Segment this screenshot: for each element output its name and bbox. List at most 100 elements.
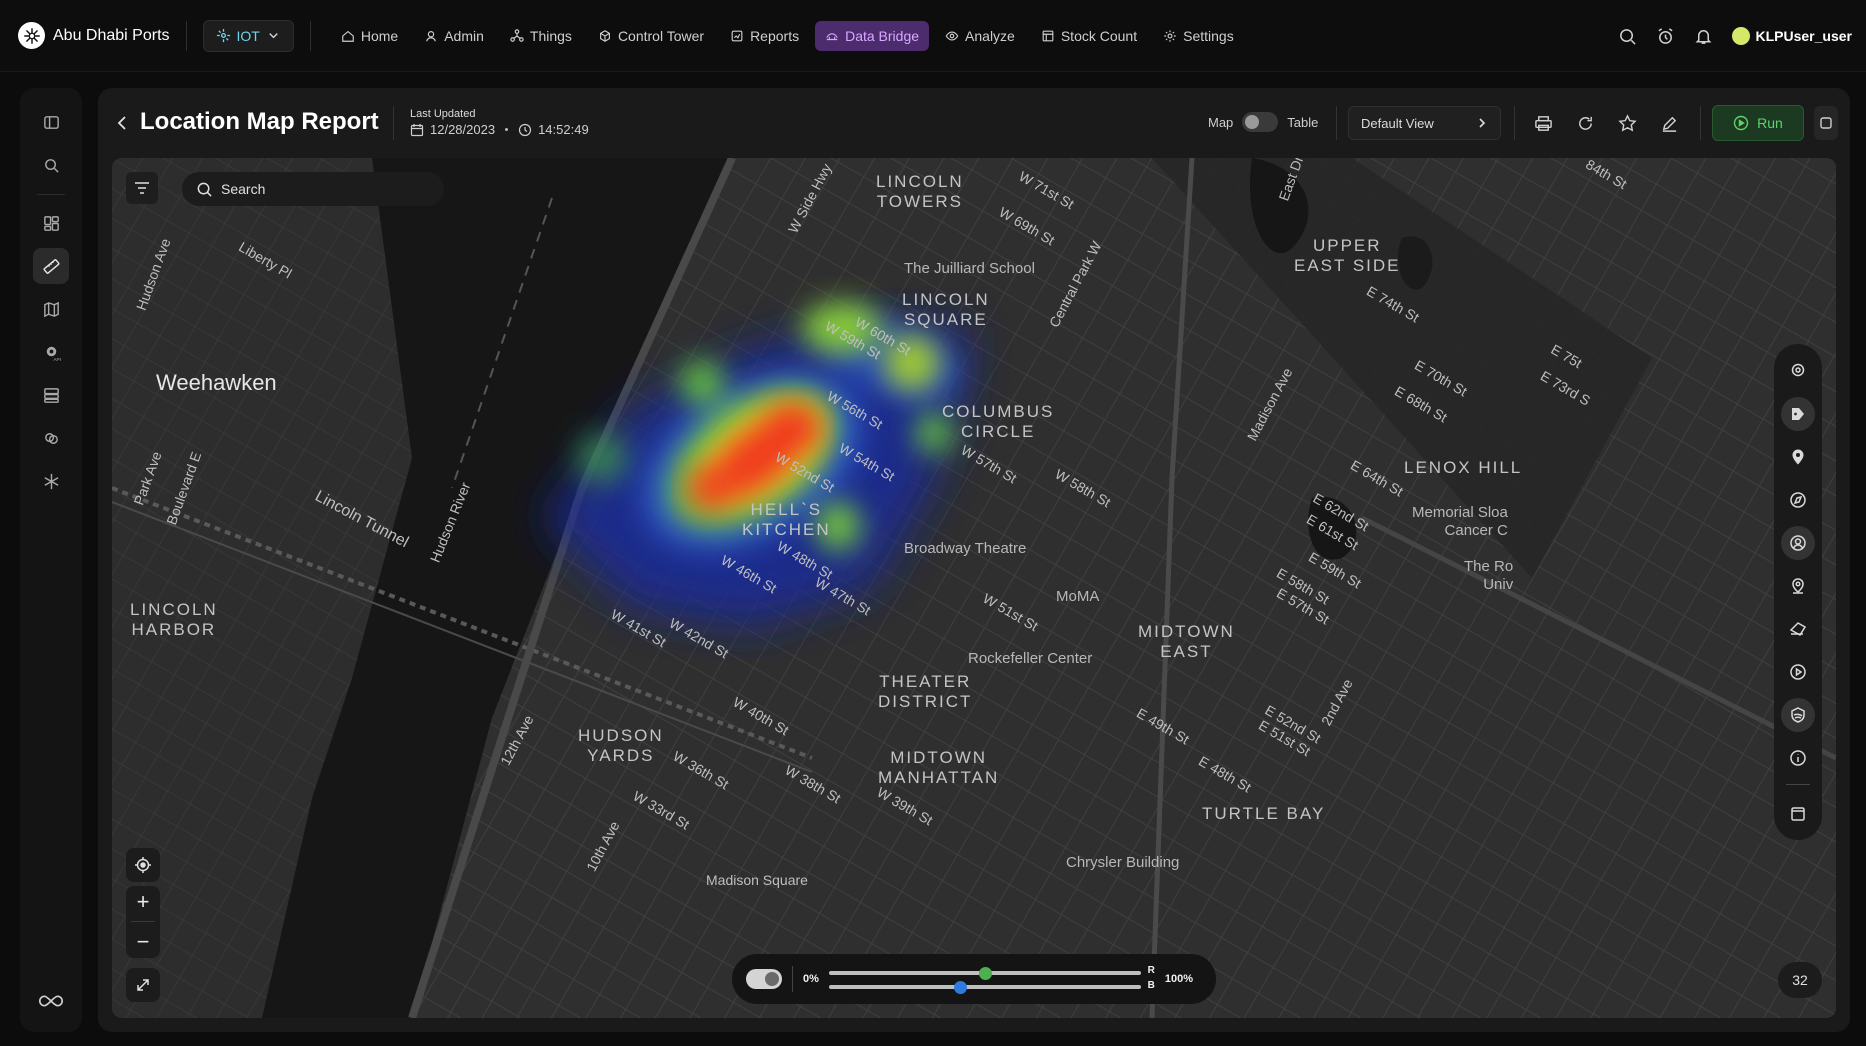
map-icon[interactable] [33, 291, 69, 327]
report-panel: Location Map Report Last Updated 12/28/2… [98, 88, 1850, 1032]
locate-me-button[interactable] [126, 848, 160, 882]
eye-icon [945, 30, 959, 41]
reports-icon [731, 30, 743, 41]
calendar-icon [410, 123, 424, 136]
play-circle-icon [1733, 115, 1749, 131]
separator-dot [505, 128, 509, 131]
divider [309, 20, 311, 51]
r-slider-thumb[interactable] [978, 967, 992, 980]
brand-logo-icon [18, 22, 45, 49]
zoom-in-button[interactable]: + [137, 889, 150, 915]
zoom-level-badge: 32 [1778, 962, 1822, 998]
view-toggle-switch[interactable] [1242, 112, 1279, 132]
api-settings-icon[interactable]: API [33, 334, 69, 370]
avatar [1731, 27, 1750, 45]
top-right-actions: KLPUser_user [1618, 0, 1853, 72]
user-location-icon[interactable] [1781, 526, 1815, 560]
target-pin-icon[interactable] [1781, 354, 1815, 388]
nav-item-label: Data Bridge [845, 27, 920, 44]
b-slider-track[interactable] [828, 985, 1141, 989]
top-nav-bar: Abu Dhabi Ports IOT Home Admin Things Contr… [0, 0, 1866, 72]
nav-item-things[interactable]: Things [500, 21, 582, 51]
snowflake-icon[interactable] [33, 463, 69, 499]
filter-icon [135, 182, 149, 194]
nav-item-admin[interactable]: Admin [414, 21, 494, 51]
bell-icon[interactable] [1694, 26, 1714, 46]
nav-item-stock-count[interactable]: Stock Count [1031, 21, 1147, 51]
heatmap-sliders: R B [828, 964, 1155, 994]
filter-button[interactable] [126, 172, 158, 204]
divider [792, 966, 793, 992]
map-label-midtown-east: MIDTOWN EAST [1138, 622, 1235, 662]
map-pin-icon[interactable] [1781, 569, 1815, 603]
dashboard-icon[interactable] [33, 205, 69, 241]
chevron-right-icon [1479, 118, 1486, 128]
min-percent: 0% [803, 973, 819, 985]
run-button[interactable]: Run [1712, 105, 1804, 141]
print-icon[interactable] [1532, 112, 1554, 134]
map-tool-rail [1774, 344, 1822, 840]
nav-item-analyze[interactable]: Analyze [935, 21, 1025, 51]
map-label: Map [1208, 114, 1234, 130]
heatmap-toggle[interactable] [746, 969, 782, 989]
search-icon[interactable] [33, 147, 69, 183]
back-icon[interactable] [114, 114, 132, 132]
updated-date: 12/28/2023 [430, 122, 496, 137]
panel-icon[interactable] [1814, 106, 1838, 140]
nav-item-label: Admin [444, 27, 484, 44]
zoom-out-button[interactable]: − [137, 929, 150, 955]
map-base-layer [112, 158, 1836, 1018]
tag-icon[interactable] [1781, 397, 1815, 431]
nav-item-label: Home [360, 27, 399, 44]
link-icon[interactable] [33, 420, 69, 456]
fullscreen-button[interactable] [126, 968, 160, 1002]
alarm-clock-icon[interactable] [1656, 26, 1676, 46]
sidebar-toggle-icon[interactable] [33, 104, 69, 140]
divider [1786, 784, 1810, 785]
ruler-icon[interactable] [33, 248, 69, 284]
square-icon[interactable] [1781, 797, 1815, 831]
nav-item-data-bridge[interactable]: Data Bridge [815, 20, 930, 51]
edit-icon[interactable] [1658, 112, 1680, 134]
database-icon[interactable] [33, 377, 69, 413]
module-selector[interactable]: IOT [202, 19, 294, 52]
shield-icon[interactable] [1781, 698, 1815, 732]
search-input[interactable] [221, 181, 421, 197]
user-menu[interactable]: KLPUser_user [1731, 27, 1853, 45]
user-name: KLPUser_user [1755, 28, 1853, 44]
report-header: Location Map Report Last Updated 12/28/2… [98, 88, 1850, 158]
map-table-toggle[interactable]: Map Table [1208, 112, 1318, 132]
nav-item-label: Stock Count [1060, 27, 1138, 44]
nav-item-control-tower[interactable]: Control Tower [588, 21, 714, 51]
location-pin-icon[interactable] [1781, 440, 1815, 474]
map-label-turtle-bay: TURTLE BAY [1202, 804, 1326, 823]
table-label: Table [1287, 114, 1319, 130]
map-search-field[interactable] [182, 172, 444, 206]
b-label: B [1147, 980, 1155, 991]
nav-item-home[interactable]: Home [331, 21, 408, 51]
infinity-icon[interactable] [33, 988, 69, 1014]
nav-item-label: Analyze [965, 27, 1015, 44]
nav-item-settings[interactable]: Settings [1153, 21, 1244, 51]
map-label-hudson-yards: HUDSON YARDS [578, 726, 664, 766]
map-label-columbus-circle: COLUMBUS CIRCLE [942, 402, 1055, 442]
info-icon[interactable] [1781, 741, 1815, 775]
zoom-control: + − [126, 886, 160, 958]
map-view[interactable]: Weehawken LINCOLN TOWERS LINCOLN SQUARE … [112, 158, 1836, 1018]
refresh-icon[interactable] [1574, 112, 1596, 134]
view-selector[interactable]: Default View [1348, 106, 1501, 140]
map-label-madison-square: Madison Square [706, 872, 808, 888]
polygon-icon[interactable] [1781, 612, 1815, 646]
b-slider-thumb[interactable] [953, 981, 967, 994]
svg-text:API: API [53, 357, 61, 362]
nav-item-reports[interactable]: Reports [720, 21, 809, 51]
map-label-lenox-hill: LENOX HILL [1404, 458, 1523, 477]
brand[interactable]: Abu Dhabi Ports [18, 22, 170, 49]
play-icon[interactable] [1781, 655, 1815, 689]
map-label-rockefeller: Rockefeller Center [968, 650, 1093, 667]
search-icon[interactable] [1618, 26, 1638, 46]
star-icon[interactable] [1616, 112, 1638, 134]
compass-icon[interactable] [1781, 483, 1815, 517]
nav-item-label: Settings [1183, 27, 1234, 44]
nav-item-label: Control Tower [617, 27, 705, 44]
